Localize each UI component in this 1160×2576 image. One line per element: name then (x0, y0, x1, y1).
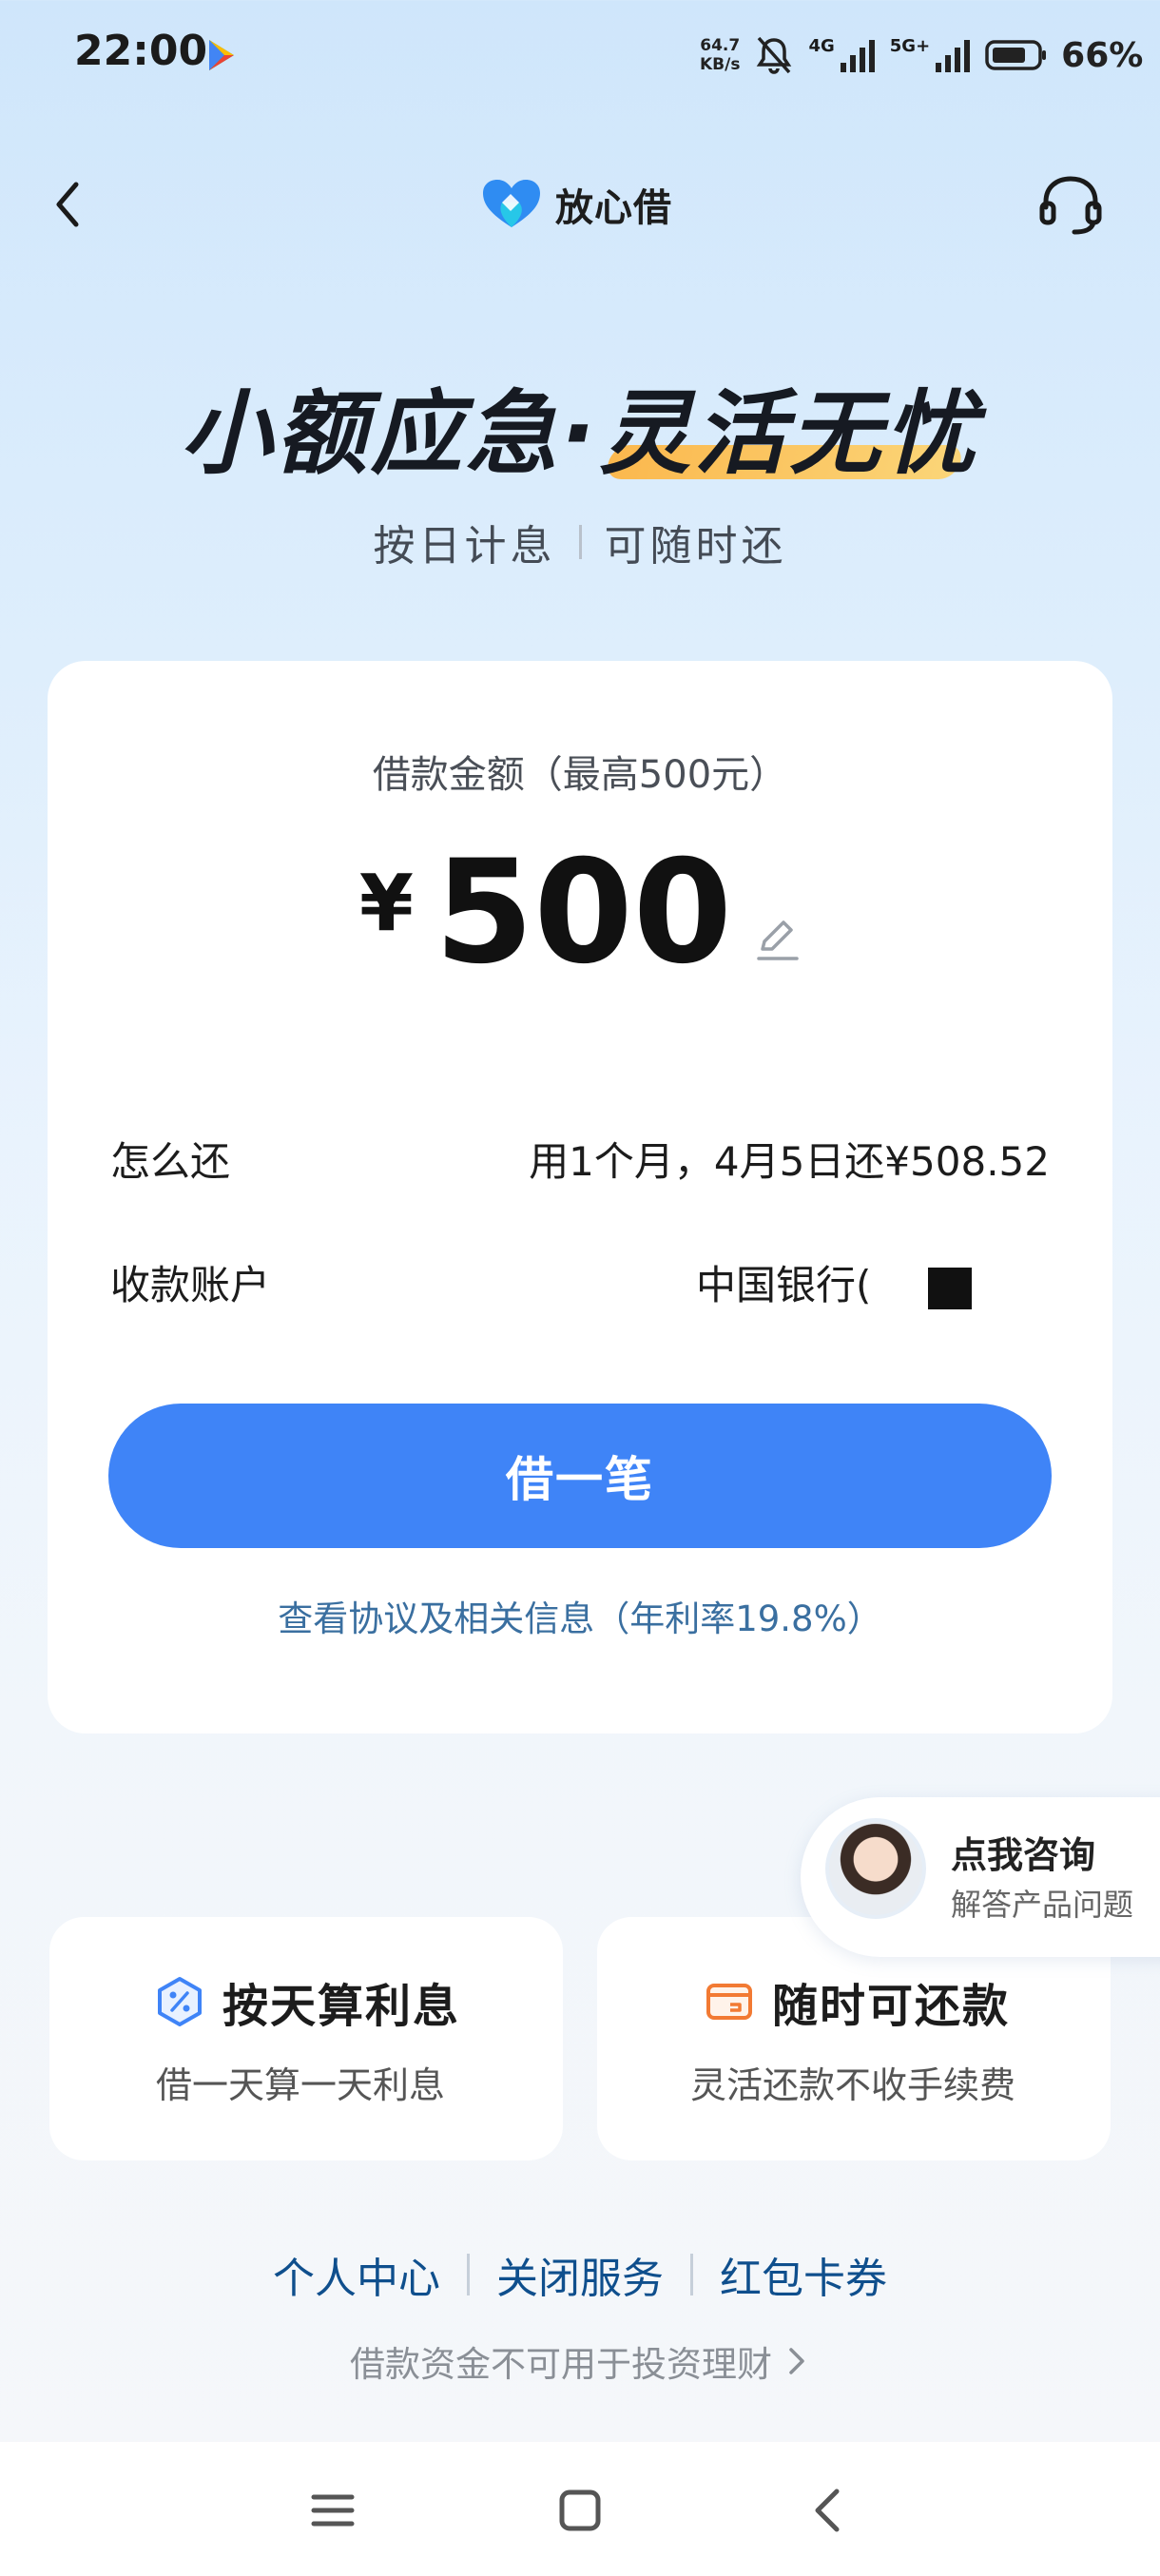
feature-title-row: 随时可还款 (704, 1968, 1010, 2035)
hero-title: 小额应急·灵活无忧 (180, 380, 980, 487)
amount-label: 借款金额（最高500元） (372, 753, 788, 797)
disclaimer-text: 借款资金不可用于投资理财 (350, 2344, 772, 2385)
hero-subtitle: 按日计息 可随时还 (0, 512, 1160, 572)
customer-service-headset-icon[interactable] (1033, 167, 1109, 243)
link-personal-center[interactable]: 个人中心 (273, 2244, 440, 2305)
currency-symbol: ¥ (358, 859, 414, 949)
chevron-right-icon (789, 2348, 804, 2374)
amount-display[interactable]: ¥ 500 (0, 837, 1160, 989)
agreement-link[interactable]: 查看协议及相关信息（年利率19.8%） (0, 1590, 1160, 1641)
hero-sub-right: 可随时还 (604, 522, 787, 571)
heart-logo-icon (483, 180, 540, 227)
agent-avatar (825, 1818, 926, 1919)
link-close-service[interactable]: 关闭服务 (496, 2244, 664, 2305)
borrow-button[interactable]: 借一笔 (108, 1404, 1052, 1548)
repay-plan-value[interactable]: 用1个月，4月5日还¥508.52 (529, 1130, 1050, 1188)
signal-4g: 4G (808, 36, 876, 74)
battery-percent: 66% (1061, 35, 1144, 75)
wallet-icon (706, 1984, 752, 2020)
amount-value[interactable]: 500 (435, 837, 732, 989)
disclaimer-link[interactable]: 借款资金不可用于投资理财 (0, 2335, 1160, 2387)
divider (578, 525, 582, 559)
signal-bars-icon (936, 40, 971, 72)
feature-card-daily-interest (49, 1917, 563, 2160)
divider (467, 2254, 470, 2295)
signal-4g-label: 4G (808, 36, 835, 56)
account-label: 收款账户 (110, 1262, 271, 1308)
brand: 放心借 (481, 171, 672, 238)
feature-subtitle: 借一天算一天利息 (156, 2064, 446, 2106)
loan-card (48, 661, 1112, 1733)
repay-label: 怎么还 (110, 1138, 231, 1185)
battery-icon (985, 40, 1047, 70)
system-back-icon[interactable] (791, 2472, 867, 2548)
consult-subtitle: 解答产品问题 (951, 1887, 1134, 1923)
bottom-links: 个人中心 关闭服务 红包卡券 (0, 2244, 1160, 2305)
brand-name: 放心借 (555, 186, 672, 230)
back-button[interactable] (42, 171, 99, 238)
network-speed-unit: KB/s (700, 55, 741, 74)
feature-title-row: 按天算利息 (154, 1968, 460, 2035)
network-speed-value: 64.7 (700, 36, 741, 55)
status-time: 22:00 (74, 27, 208, 75)
account-value[interactable]: 中国银行( (696, 1253, 871, 1311)
play-store-icon (209, 40, 234, 70)
status-indicators: 64.7 KB/s 4G 5G+ 66% (700, 27, 1143, 84)
mute-bell-icon (757, 36, 792, 74)
edit-pencil-icon[interactable] (753, 915, 801, 962)
home-icon[interactable] (542, 2472, 618, 2548)
signal-bars-icon (840, 40, 875, 72)
signal-5g-label: 5G+ (889, 36, 931, 56)
feature-title: 随时可还款 (772, 1980, 1011, 2033)
percent-icon (158, 1977, 202, 2026)
consult-title[interactable]: 点我咨询 (951, 1826, 1095, 1878)
feature-subtitle: 灵活还款不收手续费 (690, 2064, 1016, 2106)
divider (690, 2254, 693, 2295)
network-speed: 64.7 KB/s (700, 36, 740, 74)
menu-icon[interactable] (295, 2472, 371, 2548)
feature-title: 按天算利息 (222, 1980, 461, 2033)
hero-sub-left: 按日计息 (373, 522, 556, 571)
signal-5g: 5G+ (890, 36, 972, 74)
account-number-redaction (928, 1268, 972, 1309)
link-coupons[interactable]: 红包卡券 (720, 2244, 887, 2305)
